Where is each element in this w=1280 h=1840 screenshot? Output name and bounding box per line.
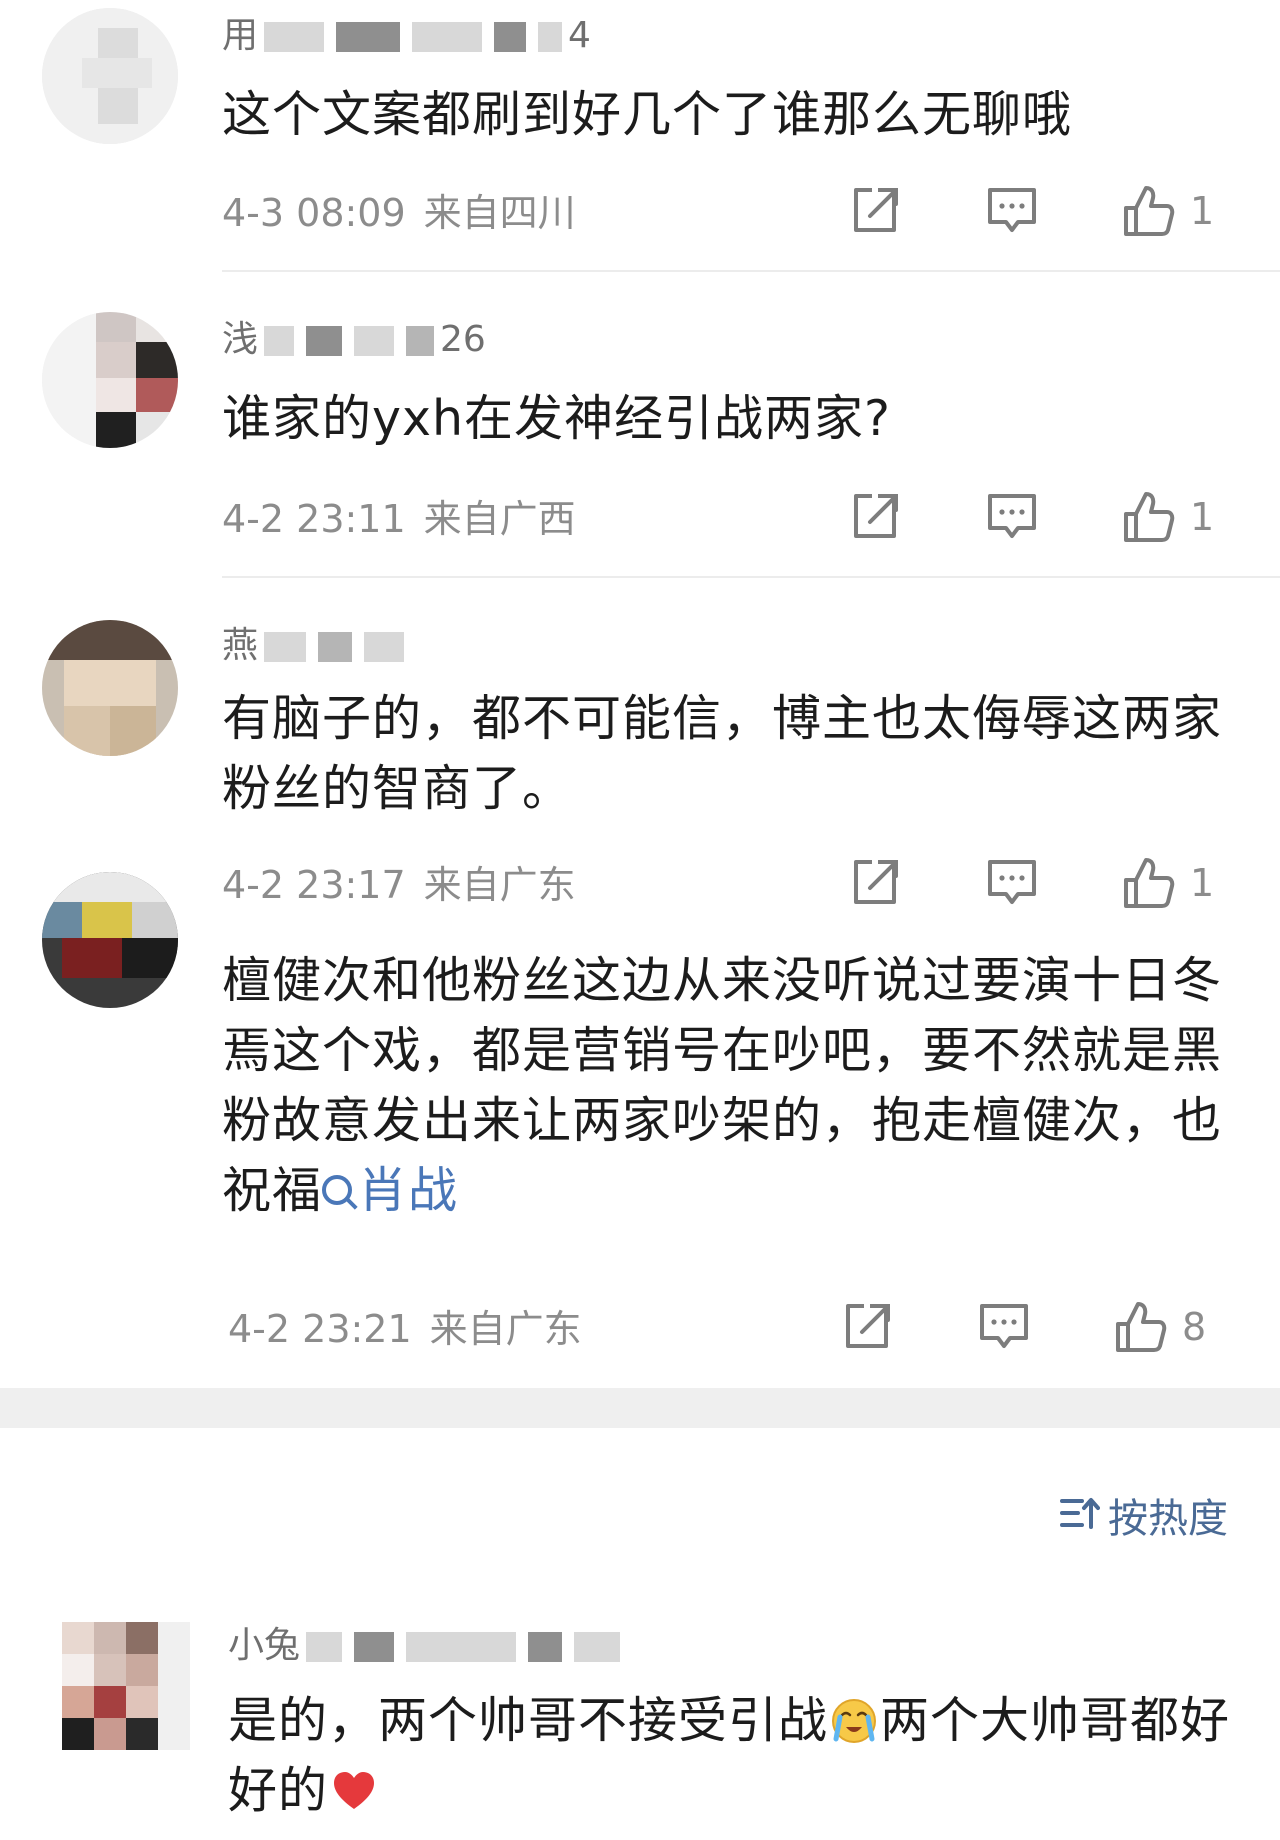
reply-button[interactable]: [986, 856, 1038, 912]
section-separator: [0, 1388, 1280, 1428]
share-button[interactable]: [842, 1300, 894, 1356]
like-button[interactable]: [1120, 856, 1176, 912]
share-button[interactable]: [850, 184, 902, 240]
username[interactable]: 用4: [222, 14, 591, 58]
topic-link[interactable]: 肖战: [322, 1162, 458, 1219]
thumbs-up-icon: [1116, 1302, 1167, 1352]
like-count: 8: [1182, 1305, 1207, 1349]
comment-meta: 4-2 23:17 来自广东: [222, 862, 576, 908]
sort-icon: [1060, 1493, 1100, 1543]
comment-date: 4-2 23:17: [222, 863, 406, 907]
comment-meta: 4-2 23:11 来自广西: [222, 496, 576, 542]
comment-text: 有脑子的，都不可能信，博主也太侮辱这两家粉丝的智商了。: [222, 690, 1223, 817]
username[interactable]: 小兔: [228, 1624, 626, 1668]
thumbs-up-icon: [1124, 492, 1175, 542]
comment-meta: 4-3 08:09 来自四川: [222, 190, 576, 236]
avatar[interactable]: [62, 1622, 190, 1750]
thumbs-up-icon: [1124, 858, 1175, 908]
comment-icon: [988, 860, 1036, 904]
comment-text: 是的，两个帅哥不接受引战 两个大帅哥都好好的: [228, 1686, 1238, 1826]
comment-location: 来自广东: [423, 863, 576, 907]
comment-icon: [988, 188, 1036, 232]
share-icon: [854, 188, 898, 232]
sort-label: 按热度: [1108, 1496, 1228, 1542]
red-heart-emoji-icon: [330, 1764, 378, 1812]
comment-location: 来自四川: [423, 191, 576, 235]
like-button[interactable]: [1120, 184, 1176, 240]
username[interactable]: 燕: [222, 624, 410, 668]
comment-icon: [980, 1304, 1028, 1348]
comment-date: 4-3 08:09: [222, 191, 406, 235]
comment-actions: 1: [850, 184, 1240, 240]
comment-icon: [988, 494, 1036, 538]
like-count: 1: [1190, 189, 1215, 233]
avatar[interactable]: [42, 872, 178, 1008]
reply-button[interactable]: [986, 490, 1038, 546]
crying-face-emoji-icon: [830, 1694, 878, 1743]
comment-actions: 1: [850, 856, 1240, 912]
divider: [222, 576, 1280, 578]
comment-text: 檀健次和他粉丝这边从来没听说过要演十日冬焉这个戏，都是营销号在吵吧，要不然就是黑…: [222, 946, 1232, 1226]
comment-actions: 1: [850, 490, 1240, 546]
username-visible-start: 燕: [222, 625, 259, 666]
like-button[interactable]: [1120, 490, 1176, 546]
avatar[interactable]: [42, 312, 178, 448]
share-icon: [854, 860, 898, 904]
avatar[interactable]: [42, 620, 178, 756]
share-button[interactable]: [850, 490, 902, 546]
comment-actions: 8: [842, 1300, 1232, 1356]
comment-meta: 4-2 23:21 来自广东: [228, 1306, 582, 1352]
like-count: 1: [1190, 495, 1215, 539]
comment-date: 4-2 23:11: [222, 497, 406, 541]
username-visible-end: 26: [440, 319, 486, 360]
reply-button[interactable]: [978, 1300, 1030, 1356]
comment-location: 来自广西: [423, 497, 576, 541]
comment-text: 这个文案都刷到好几个了谁那么无聊哦: [222, 86, 1073, 143]
search-icon: [322, 1174, 353, 1205]
comment-text-part1: 是的，两个帅哥不接受引战: [228, 1692, 829, 1749]
divider: [222, 270, 1280, 272]
comment-text: 谁家的yxh在发神经引战两家?: [222, 390, 892, 447]
username-visible-start: 用: [222, 15, 259, 56]
username-visible-start: 浅: [222, 319, 259, 360]
sort-by-hot-button[interactable]: 按热度: [1060, 1494, 1228, 1546]
share-button[interactable]: [850, 856, 902, 912]
avatar[interactable]: [42, 8, 178, 144]
like-count: 1: [1190, 861, 1215, 905]
thumbs-up-icon: [1124, 186, 1175, 236]
like-button[interactable]: [1112, 1300, 1168, 1356]
username-visible-end: 4: [568, 15, 591, 56]
username[interactable]: 浅 26: [222, 318, 486, 362]
share-icon: [854, 494, 898, 538]
comment-location: 来自广东: [429, 1307, 582, 1351]
comment-date: 4-2 23:21: [228, 1307, 412, 1351]
share-icon: [846, 1304, 890, 1348]
username-visible: 小兔: [228, 1625, 301, 1666]
reply-button[interactable]: [986, 184, 1038, 240]
topic-link-label: 肖战: [358, 1162, 459, 1219]
